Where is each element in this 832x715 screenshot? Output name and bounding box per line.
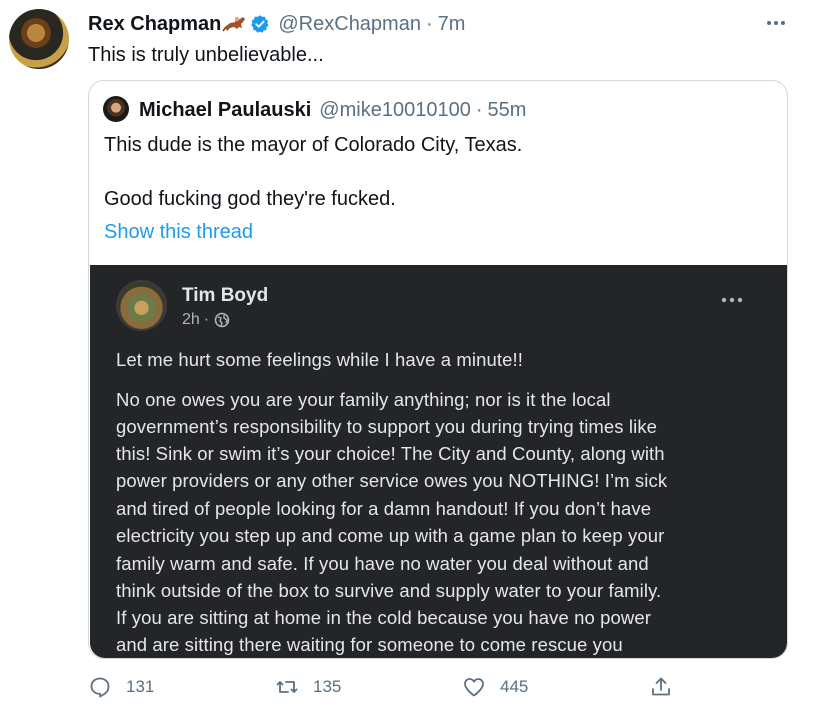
quoted-tweet-header: Michael Paulauski @mike10010100 · 55m — [139, 98, 526, 122]
globe-icon — [214, 312, 230, 328]
retweet-count: 135 — [313, 677, 342, 696]
more-options-icon[interactable] — [765, 12, 787, 34]
fb-text-line: If you are sitting at home in the cold b… — [116, 607, 652, 628]
facebook-post-screenshot[interactable]: Tim Boyd 2h · Let me hurt some feelings … — [90, 265, 787, 658]
share-button[interactable] — [649, 675, 687, 699]
fb-author-name: Tim Boyd — [182, 285, 269, 306]
fb-text-line: government’s responsibility to support y… — [116, 416, 658, 437]
quoted-text-line: This dude is the mayor of Colorado City,… — [104, 134, 523, 156]
fb-more-icon — [721, 297, 743, 303]
fb-text-line: No one owes you are your family anything… — [116, 389, 611, 410]
separator-dot: · — [475, 98, 483, 121]
quoted-author-handle[interactable]: @mike10010100 — [319, 99, 471, 122]
fb-text-line: this! Sink or swim it’s your choice! The… — [116, 443, 665, 464]
tweet-text: This is truly unbelievable... — [88, 44, 324, 66]
like-count: 445 — [500, 677, 529, 696]
horse-racing-emoji-icon — [222, 16, 246, 32]
retweet-button[interactable]: 135 — [275, 675, 341, 699]
quoted-author-name[interactable]: Michael Paulauski — [139, 99, 311, 122]
fb-text-line: family warm and safe. If you have no wat… — [116, 553, 649, 574]
fb-post-meta: 2h · — [182, 311, 230, 329]
fb-text-line: power providers or any other service owe… — [116, 470, 668, 491]
retweet-icon — [276, 681, 298, 693]
fb-text-line: think outside of the box to survive and … — [116, 580, 662, 601]
tweet-timestamp[interactable]: 7m — [438, 13, 466, 36]
verified-badge-icon — [251, 15, 269, 33]
reply-icon — [90, 677, 110, 698]
tweet-header: Rex Chapman @RexChapman · 7m — [88, 12, 465, 36]
quoted-tweet[interactable]: Michael Paulauski @mike10010100 · 55m Th… — [88, 80, 788, 659]
fb-text-line: and tired of people looking for a damn h… — [116, 498, 652, 519]
separator-dot: · — [425, 12, 433, 35]
author-avatar[interactable] — [9, 9, 69, 69]
fb-post-time: 2h — [182, 311, 200, 328]
fb-text-line: Let me hurt some feelings while I have a… — [116, 349, 523, 370]
quoted-author-avatar[interactable] — [103, 96, 129, 122]
separator-dot: · — [203, 311, 210, 328]
share-icon — [652, 677, 670, 696]
show-thread-link[interactable]: Show this thread — [104, 221, 253, 244]
heart-icon — [464, 678, 484, 697]
quoted-text-line: Good fucking god they're fucked. — [104, 188, 396, 210]
tweet: Rex Chapman @RexChapman · 7m This is tru… — [0, 0, 832, 715]
fb-text-line: electricity you step up and come up with… — [116, 525, 665, 546]
quoted-tweet-timestamp[interactable]: 55m — [487, 99, 526, 122]
fb-text-line: and are sitting there waiting for someon… — [116, 634, 623, 655]
tweet-actions: 131 135 445 — [88, 675, 788, 699]
like-button[interactable]: 445 — [462, 675, 528, 699]
reply-count: 131 — [126, 677, 155, 696]
author-handle[interactable]: @RexChapman — [278, 13, 421, 36]
reply-button[interactable]: 131 — [88, 675, 154, 699]
fb-author-avatar — [116, 280, 167, 331]
author-name[interactable]: Rex Chapman — [88, 13, 221, 36]
